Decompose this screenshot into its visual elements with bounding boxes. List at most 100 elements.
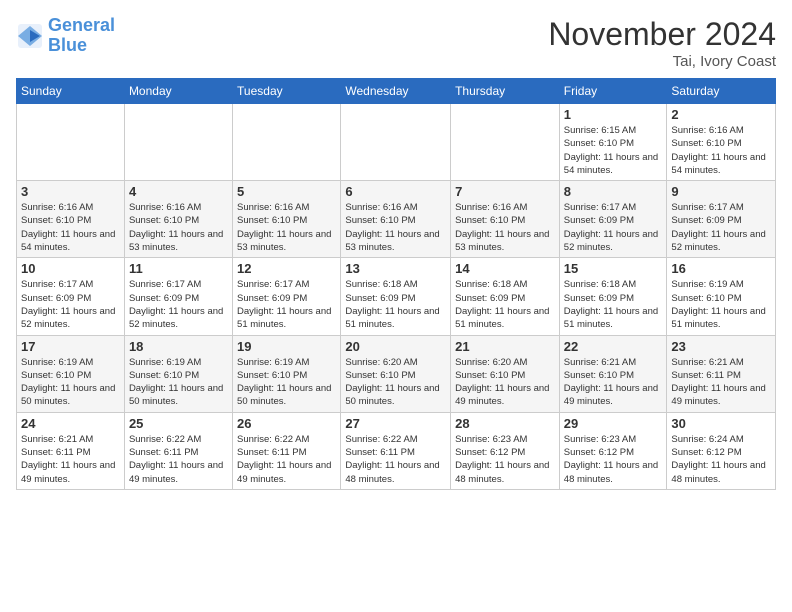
day-number: 28 <box>455 416 555 431</box>
day-number: 13 <box>345 261 446 276</box>
day-info: Sunrise: 6:17 AM Sunset: 6:09 PM Dayligh… <box>129 278 228 331</box>
day-number: 18 <box>129 339 228 354</box>
day-cell: 9Sunrise: 6:17 AM Sunset: 6:09 PM Daylig… <box>667 181 776 258</box>
logo-text: General Blue <box>48 16 115 56</box>
day-cell: 23 Sunrise: 6:21 AM Sunset: 6:11 PM Dayli… <box>667 335 776 412</box>
day-number: 14 <box>455 261 555 276</box>
day-info: Sunrise: 6:19 AM Sunset: 6:10 PM Dayligh… <box>21 356 120 409</box>
day-cell <box>233 104 341 181</box>
day-cell: 11 Sunrise: 6:17 AM Sunset: 6:09 PM Dayli… <box>124 258 232 335</box>
header-cell-wednesday: Wednesday <box>341 79 451 104</box>
header-cell-friday: Friday <box>559 79 667 104</box>
day-info: Sunrise: 6:21 AM Sunset: 6:11 PM Dayligh… <box>671 356 771 409</box>
logo-line1: General <box>48 15 115 35</box>
day-cell: 3 Sunrise: 6:16 AM Sunset: 6:10 PM Daylig… <box>17 181 125 258</box>
header-row: SundayMondayTuesdayWednesdayThursdayFrid… <box>17 79 776 104</box>
day-info: Sunrise: 6:22 AM Sunset: 6:11 PM Dayligh… <box>345 433 446 486</box>
week-row-5: 24Sunrise: 6:21 AM Sunset: 6:11 PM Dayli… <box>17 412 776 489</box>
day-cell: 26 Sunrise: 6:22 AM Sunset: 6:11 PM Dayli… <box>233 412 341 489</box>
day-cell: 8Sunrise: 6:17 AM Sunset: 6:09 PM Daylig… <box>559 181 667 258</box>
day-cell: 19Sunrise: 6:19 AM Sunset: 6:10 PM Dayli… <box>233 335 341 412</box>
logo-line2: Blue <box>48 35 87 55</box>
day-number: 17 <box>21 339 120 354</box>
day-cell: 18 Sunrise: 6:19 AM Sunset: 6:10 PM Dayli… <box>124 335 232 412</box>
day-cell: 20Sunrise: 6:20 AM Sunset: 6:10 PM Dayli… <box>341 335 451 412</box>
day-cell: 7Sunrise: 6:16 AM Sunset: 6:10 PM Daylig… <box>451 181 560 258</box>
day-number: 30 <box>671 416 771 431</box>
day-cell: 21 Sunrise: 6:20 AM Sunset: 6:10 PM Dayli… <box>451 335 560 412</box>
header-cell-monday: Monday <box>124 79 232 104</box>
day-number: 24 <box>21 416 120 431</box>
day-cell: 5Sunrise: 6:16 AM Sunset: 6:10 PM Daylig… <box>233 181 341 258</box>
page: General Blue November 2024 Tai, Ivory Co… <box>0 0 792 506</box>
day-info: Sunrise: 6:15 AM Sunset: 6:10 PM Dayligh… <box>564 124 663 177</box>
header-cell-saturday: Saturday <box>667 79 776 104</box>
day-cell: 16 Sunrise: 6:19 AM Sunset: 6:10 PM Dayli… <box>667 258 776 335</box>
day-info: Sunrise: 6:16 AM Sunset: 6:10 PM Dayligh… <box>345 201 446 254</box>
logo-icon <box>16 22 44 50</box>
day-info: Sunrise: 6:16 AM Sunset: 6:10 PM Dayligh… <box>671 124 771 177</box>
day-number: 11 <box>129 261 228 276</box>
day-cell: 6 Sunrise: 6:16 AM Sunset: 6:10 PM Daylig… <box>341 181 451 258</box>
day-cell <box>341 104 451 181</box>
calendar-body: 1 Sunrise: 6:15 AM Sunset: 6:10 PM Daylig… <box>17 104 776 490</box>
day-info: Sunrise: 6:18 AM Sunset: 6:09 PM Dayligh… <box>564 278 663 331</box>
day-info: Sunrise: 6:18 AM Sunset: 6:09 PM Dayligh… <box>345 278 446 331</box>
day-number: 10 <box>21 261 120 276</box>
day-cell: 22 Sunrise: 6:21 AM Sunset: 6:10 PM Dayli… <box>559 335 667 412</box>
day-cell: 15 Sunrise: 6:18 AM Sunset: 6:09 PM Dayli… <box>559 258 667 335</box>
day-info: Sunrise: 6:23 AM Sunset: 6:12 PM Dayligh… <box>564 433 663 486</box>
day-cell: 25 Sunrise: 6:22 AM Sunset: 6:11 PM Dayli… <box>124 412 232 489</box>
day-number: 16 <box>671 261 771 276</box>
day-cell: 28 Sunrise: 6:23 AM Sunset: 6:12 PM Dayli… <box>451 412 560 489</box>
day-cell: 29Sunrise: 6:23 AM Sunset: 6:12 PM Dayli… <box>559 412 667 489</box>
day-cell: 17 Sunrise: 6:19 AM Sunset: 6:10 PM Dayli… <box>17 335 125 412</box>
day-number: 1 <box>564 107 663 122</box>
day-number: 2 <box>671 107 771 122</box>
day-number: 12 <box>237 261 336 276</box>
day-number: 3 <box>21 184 120 199</box>
day-info: Sunrise: 6:22 AM Sunset: 6:11 PM Dayligh… <box>129 433 228 486</box>
day-cell: 2 Sunrise: 6:16 AM Sunset: 6:10 PM Daylig… <box>667 104 776 181</box>
day-info: Sunrise: 6:19 AM Sunset: 6:10 PM Dayligh… <box>671 278 771 331</box>
week-row-4: 17 Sunrise: 6:19 AM Sunset: 6:10 PM Dayli… <box>17 335 776 412</box>
calendar-table: SundayMondayTuesdayWednesdayThursdayFrid… <box>16 78 776 490</box>
day-info: Sunrise: 6:20 AM Sunset: 6:10 PM Dayligh… <box>345 356 446 409</box>
day-info: Sunrise: 6:19 AM Sunset: 6:10 PM Dayligh… <box>129 356 228 409</box>
day-number: 26 <box>237 416 336 431</box>
day-cell: 12 Sunrise: 6:17 AM Sunset: 6:09 PM Dayli… <box>233 258 341 335</box>
day-info: Sunrise: 6:17 AM Sunset: 6:09 PM Dayligh… <box>671 201 771 254</box>
day-number: 23 <box>671 339 771 354</box>
title-block: November 2024 Tai, Ivory Coast <box>548 16 776 70</box>
day-cell: 4 Sunrise: 6:16 AM Sunset: 6:10 PM Daylig… <box>124 181 232 258</box>
day-number: 6 <box>345 184 446 199</box>
day-number: 25 <box>129 416 228 431</box>
day-info: Sunrise: 6:17 AM Sunset: 6:09 PM Dayligh… <box>237 278 336 331</box>
day-info: Sunrise: 6:22 AM Sunset: 6:11 PM Dayligh… <box>237 433 336 486</box>
day-info: Sunrise: 6:16 AM Sunset: 6:10 PM Dayligh… <box>237 201 336 254</box>
header-cell-sunday: Sunday <box>17 79 125 104</box>
day-number: 19 <box>237 339 336 354</box>
header-cell-tuesday: Tuesday <box>233 79 341 104</box>
day-info: Sunrise: 6:21 AM Sunset: 6:10 PM Dayligh… <box>564 356 663 409</box>
header-cell-thursday: Thursday <box>451 79 560 104</box>
day-info: Sunrise: 6:16 AM Sunset: 6:10 PM Dayligh… <box>21 201 120 254</box>
day-number: 15 <box>564 261 663 276</box>
day-number: 27 <box>345 416 446 431</box>
location: Tai, Ivory Coast <box>548 53 776 70</box>
day-number: 8 <box>564 184 663 199</box>
day-info: Sunrise: 6:23 AM Sunset: 6:12 PM Dayligh… <box>455 433 555 486</box>
day-cell <box>124 104 232 181</box>
day-cell: 14Sunrise: 6:18 AM Sunset: 6:09 PM Dayli… <box>451 258 560 335</box>
day-cell: 30Sunrise: 6:24 AM Sunset: 6:12 PM Dayli… <box>667 412 776 489</box>
calendar-header: SundayMondayTuesdayWednesdayThursdayFrid… <box>17 79 776 104</box>
day-info: Sunrise: 6:16 AM Sunset: 6:10 PM Dayligh… <box>129 201 228 254</box>
day-number: 22 <box>564 339 663 354</box>
day-number: 7 <box>455 184 555 199</box>
day-number: 4 <box>129 184 228 199</box>
week-row-2: 3 Sunrise: 6:16 AM Sunset: 6:10 PM Daylig… <box>17 181 776 258</box>
logo: General Blue <box>16 16 115 56</box>
day-cell: 27 Sunrise: 6:22 AM Sunset: 6:11 PM Dayli… <box>341 412 451 489</box>
day-number: 21 <box>455 339 555 354</box>
day-info: Sunrise: 6:20 AM Sunset: 6:10 PM Dayligh… <box>455 356 555 409</box>
